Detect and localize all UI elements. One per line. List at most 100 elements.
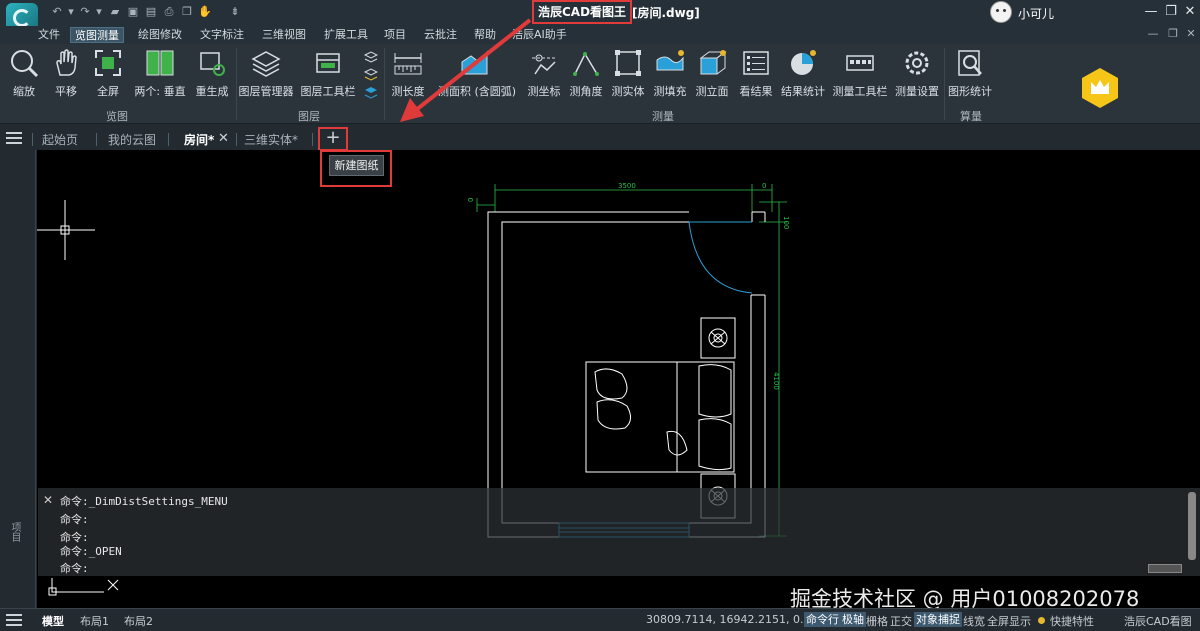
fill-icon: [655, 48, 685, 78]
annotation-arrow: [400, 18, 532, 122]
menu-text-dim[interactable]: 文字标注: [196, 27, 248, 43]
layout-tab-2[interactable]: 布局2: [124, 613, 153, 629]
dim-left-text: 0: [467, 198, 475, 202]
layer-toolbar-button[interactable]: 图层工具栏: [301, 48, 356, 104]
copy-icon[interactable]: ❐: [180, 4, 194, 20]
stats-search-icon: [955, 48, 985, 78]
open-icon[interactable]: ▰: [108, 4, 122, 20]
pie-chart-icon: [788, 48, 818, 78]
toggle-lineweight[interactable]: 线宽: [963, 613, 985, 629]
tab-separator: [32, 133, 33, 146]
print-icon[interactable]: ⎙: [162, 4, 176, 20]
highlight-tooltip: [320, 150, 392, 187]
right-dimension: [759, 201, 787, 537]
quick-properties[interactable]: 快捷特性: [1050, 613, 1094, 629]
layout-menu-icon[interactable]: [6, 613, 22, 627]
menu-file[interactable]: 文件: [34, 27, 64, 43]
menu-3d-view[interactable]: 三维视图: [258, 27, 310, 43]
menu-extend-tools[interactable]: 扩展工具: [320, 27, 372, 43]
close-button[interactable]: ✕: [1181, 3, 1199, 21]
results-list-icon: [741, 48, 771, 78]
figure-stats-button[interactable]: 图形统计: [946, 48, 994, 104]
document-title: [房间.dwg]: [632, 6, 700, 20]
close-tab-icon[interactable]: ✕: [218, 131, 229, 146]
command-panel[interactable]: ✕ 命令:_DimDistSettings_MENU 命令: 命令: 命令:_O…: [38, 488, 1200, 576]
app-window: ↶ ▾ ↷ ▾ ▰ ▣ ▤ ⎙ ❐ ✋ ⇟ 浩辰CAD看图王 [房间.dwg] …: [0, 0, 1200, 631]
toggle-command-line[interactable]: 命令行: [804, 612, 841, 627]
menu-view-measure[interactable]: 览图测量: [70, 27, 124, 43]
ribbon: 缩放 平移 全屏 两个: 垂直 重生成 览图 图层管理器 图层工具栏 图层 测长…: [0, 44, 1200, 124]
save-as-icon[interactable]: ▤: [144, 4, 158, 20]
menu-draw-modify[interactable]: 绘图修改: [134, 27, 186, 43]
minimize-button[interactable]: —: [1142, 3, 1160, 21]
tab-start-page[interactable]: 起始页: [42, 131, 78, 148]
layer-toolbar-icon: [313, 48, 343, 78]
save-icon[interactable]: ▣: [126, 4, 140, 20]
toggle-fullscreen[interactable]: 全屏显示: [987, 613, 1031, 629]
dropdown-icon[interactable]: ▾: [92, 4, 106, 20]
doc-minimize-icon[interactable]: —: [1146, 27, 1160, 41]
customize-icon[interactable]: ⇟: [228, 4, 242, 20]
group-layer-label: 图层: [298, 110, 320, 123]
redo-icon[interactable]: ↷: [78, 4, 92, 20]
tab-separator: [312, 133, 313, 146]
title-bar: ↶ ▾ ↷ ▾ ▰ ▣ ▤ ⎙ ❐ ✋ ⇟ 浩辰CAD看图王 [房间.dwg] …: [0, 0, 1200, 33]
toggle-ortho[interactable]: 正交: [890, 613, 912, 629]
nightstand-top: [700, 317, 736, 359]
toggle-osnap[interactable]: 对象捕捉: [914, 612, 962, 627]
app-title: 浩辰CAD看图王: [532, 0, 633, 24]
toggle-polar[interactable]: 极轴: [840, 612, 866, 627]
doc-restore-icon[interactable]: ❐: [1166, 27, 1180, 41]
result-stats-button[interactable]: 结果统计: [779, 48, 827, 104]
dropdown-icon[interactable]: ▾: [64, 4, 78, 20]
group-calc-label: 算量: [960, 110, 982, 123]
layer-manager-button[interactable]: 图层管理器: [239, 48, 294, 104]
dim-top-small-text: 100: [782, 216, 790, 229]
close-icon[interactable]: ✕: [43, 493, 53, 507]
ucs-axis-icon: [48, 578, 119, 596]
highlight-new-tab: [318, 127, 348, 151]
project-panel-label[interactable]: 项目: [7, 522, 22, 542]
user-name[interactable]: 小可儿: [1018, 5, 1054, 22]
zoom-icon: [9, 48, 39, 78]
tab-separator: [236, 133, 237, 146]
undo-icon[interactable]: ↶: [50, 4, 64, 20]
hand-icon[interactable]: ✋: [198, 4, 212, 20]
layout-tab-1[interactable]: 布局1: [80, 613, 109, 629]
side-panel-strip[interactable]: 项目: [0, 150, 36, 608]
layer-toolbar-label: 图层工具栏: [300, 85, 356, 98]
tab-room[interactable]: 房间*: [184, 131, 214, 148]
door: [688, 221, 753, 294]
angle-icon: [571, 48, 601, 78]
solid-icon: [613, 48, 643, 78]
regen-button[interactable]: 重生成: [188, 48, 236, 104]
group-view-label: 览图: [106, 110, 128, 123]
tab-3d-solid[interactable]: 三维实体*: [244, 131, 298, 148]
fullscreen-icon: [93, 48, 123, 78]
layers-icon: [251, 48, 281, 78]
hamburger-menu-icon[interactable]: [6, 131, 22, 145]
tab-separator: [168, 133, 169, 146]
quick-props-dot-icon: [1038, 617, 1045, 624]
command-prompt-line[interactable]: 命令:: [60, 560, 89, 576]
restore-button[interactable]: ❐: [1162, 3, 1180, 21]
document-tabbar: 起始页 我的云图 房间* ✕ 三维实体*: [0, 128, 1200, 150]
command-input-box[interactable]: [1148, 564, 1182, 573]
layout-tab-model[interactable]: 模型: [42, 613, 64, 629]
tab-my-cloud[interactable]: 我的云图: [108, 131, 156, 148]
measure-toolbar-button[interactable]: 测量工具栏: [833, 48, 888, 104]
status-bar: 模型 布局1 布局2 30809.7114, 16942.2151, 0.000…: [0, 608, 1200, 631]
dim-right-text: 0: [762, 182, 766, 190]
dim-height-text: 4100: [772, 372, 780, 390]
doc-close-icon[interactable]: ✕: [1184, 27, 1198, 41]
elevation-icon: [697, 48, 727, 78]
tab-separator: [96, 133, 97, 146]
regen-icon: [197, 48, 227, 78]
command-scrollbar[interactable]: [1188, 492, 1196, 560]
command-history-line: 命令:_OPEN: [60, 545, 122, 558]
user-avatar[interactable]: [990, 1, 1012, 23]
menu-bar: 文件 览图测量 绘图修改 文字标注 三维视图 扩展工具 项目 云批注 帮助 浩辰…: [0, 26, 1200, 44]
vip-crown-icon[interactable]: [1080, 66, 1120, 110]
status-brand: 浩辰CAD看图王: [1124, 615, 1192, 628]
toggle-grid[interactable]: 栅格: [866, 613, 888, 629]
